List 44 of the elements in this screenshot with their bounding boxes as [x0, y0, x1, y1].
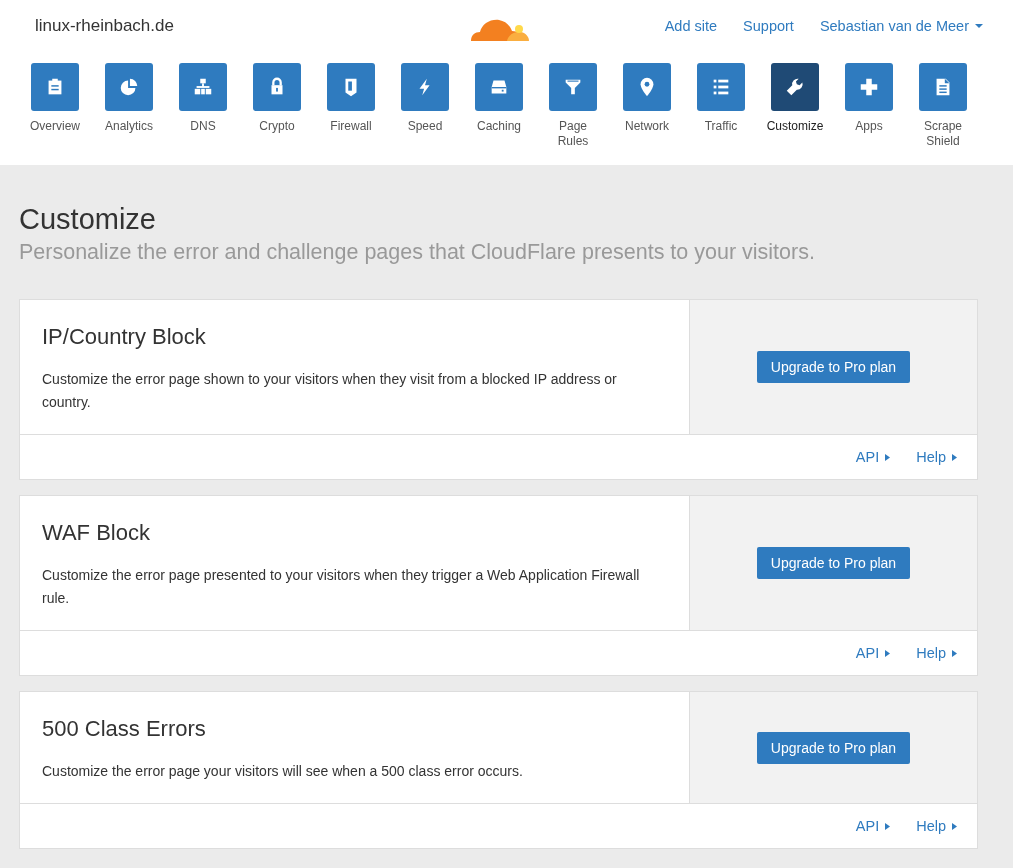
footer-link[interactable]: Help: [916, 449, 957, 465]
upgrade-button[interactable]: Upgrade to Pro plan: [756, 547, 911, 579]
caret-icon: [975, 24, 983, 28]
nav-tab[interactable]: Scrape Shield: [906, 63, 980, 149]
page-title: Customize: [19, 203, 157, 236]
card-description: Customize the error page presented to your visitors when they trigger a Web Application Firewall rule.: [42, 566, 641, 608]
nav-tab[interactable]: Crypto: [240, 63, 314, 149]
caret-icon: [885, 822, 891, 830]
card-description: Customize the error page your visitors will see when a 500 class error occurs.: [42, 762, 524, 781]
footer-link[interactable]: Help: [916, 818, 957, 834]
site-domain: linux-rheinbach.de: [35, 16, 175, 36]
nav-tab[interactable]: Firewall: [314, 63, 388, 149]
footer-link[interactable]: API: [855, 818, 891, 834]
nav-tab[interactable]: Analytics: [92, 63, 166, 149]
card-title: 500 Class Errors: [42, 716, 207, 742]
caret-icon: [952, 822, 957, 830]
nav-tab[interactable]: Customize: [758, 63, 832, 149]
nav-tab[interactable]: DNS: [166, 63, 240, 149]
nav-tab[interactable]: Caching: [462, 63, 536, 149]
caret-icon: [952, 649, 957, 657]
upgrade-button[interactable]: Upgrade to Pro plan: [756, 351, 911, 383]
nav-tab[interactable]: Overview: [18, 63, 92, 149]
pie-chart-icon: [118, 76, 140, 98]
nav-tab[interactable]: Page Rules: [536, 63, 610, 149]
user-menu[interactable]: Sebastian van de Meer: [819, 18, 983, 34]
footer-link[interactable]: API: [855, 449, 891, 465]
caret-icon: [885, 453, 891, 461]
nav-tab[interactable]: Traffic: [684, 63, 758, 149]
card-description: Customize the error page shown to your visitors when they visit from a blocked IP address or country.: [42, 370, 618, 412]
header-link[interactable]: Support: [743, 18, 794, 34]
footer-link[interactable]: Help: [916, 645, 957, 661]
nav-tab[interactable]: Speed: [388, 63, 462, 149]
nav-tab[interactable]: Network: [610, 63, 684, 149]
wrench-icon: [784, 76, 806, 98]
caret-icon: [885, 649, 891, 657]
card-title: WAF Block: [42, 520, 151, 546]
nav-tab[interactable]: Apps: [832, 63, 906, 149]
plus-icon: [858, 76, 880, 98]
page-subtitle: Personalize the error and challenge pages that CloudFlare presents to your visitors.: [19, 240, 816, 265]
caret-icon: [952, 453, 957, 461]
upgrade-button[interactable]: Upgrade to Pro plan: [756, 731, 911, 764]
header-link[interactable]: Add site: [664, 18, 718, 34]
footer-link[interactable]: API: [855, 645, 891, 661]
card-title: IP/Country Block: [42, 324, 207, 350]
